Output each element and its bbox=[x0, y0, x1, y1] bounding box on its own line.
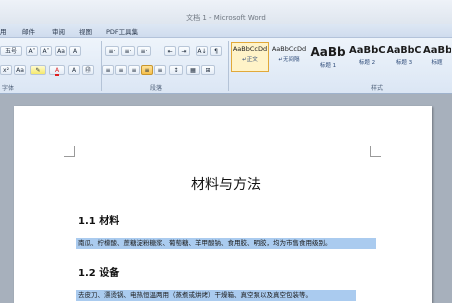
line-spacing-button[interactable]: ↕ bbox=[169, 65, 183, 75]
char-shading-button[interactable]: A bbox=[68, 65, 80, 75]
section-heading[interactable]: 1.2 设备 bbox=[78, 264, 119, 279]
selected-paragraph[interactable]: 去皮刀、漂烫锅、电热恒温两用（蒸煮或烘烤）干燥箱、真空泵以及真空包装等。 bbox=[76, 290, 356, 301]
char-shading-icon: A bbox=[71, 67, 77, 74]
sort-button[interactable]: A↓ bbox=[196, 46, 208, 56]
styles-group-label: 样式 bbox=[371, 85, 384, 92]
style-name: 标题 1 bbox=[319, 63, 337, 69]
style-heading-3[interactable]: AaBbC 标题 3 bbox=[385, 42, 423, 72]
increase-indent-button[interactable]: ⇥ bbox=[178, 46, 190, 56]
document-page[interactable] bbox=[14, 106, 432, 303]
tab-view[interactable]: 视图 bbox=[79, 26, 92, 36]
style-heading-1[interactable]: AaBb 标题 1 bbox=[309, 42, 347, 72]
section-heading[interactable]: 1.1 材料 bbox=[78, 212, 119, 227]
decrease-indent-button[interactable]: ⇤ bbox=[164, 46, 176, 56]
style-normal[interactable]: AaBbCcDd ↵正文 bbox=[231, 42, 269, 72]
style-name: ↵正文 bbox=[242, 57, 258, 63]
enclose-icon: ㊞ bbox=[84, 67, 91, 74]
grow-font-button[interactable]: A˄ bbox=[26, 46, 38, 56]
justify-button[interactable]: ≡ bbox=[141, 65, 153, 75]
divider bbox=[228, 41, 229, 91]
enclose-char-button[interactable]: ㊞ bbox=[82, 65, 94, 75]
title-bar: 文档 1 - Microsoft Word bbox=[0, 0, 452, 24]
borders-button[interactable]: ⊞ bbox=[201, 65, 215, 75]
highlight-icon: ✎ bbox=[35, 67, 41, 74]
style-name: 标题 bbox=[431, 60, 443, 66]
para-group-label: 段落 bbox=[150, 85, 163, 92]
style-sample: AaBbCcDd bbox=[271, 45, 307, 53]
style-name: ↵无间隔 bbox=[278, 57, 300, 63]
font-color-label: A bbox=[54, 67, 60, 76]
align-left-button[interactable]: ≡ bbox=[102, 65, 114, 75]
superscript-button[interactable]: x² bbox=[0, 65, 12, 75]
tab-review[interactable]: 审阅 bbox=[52, 26, 65, 36]
style-sample: AaBbCcDd bbox=[232, 45, 268, 53]
style-title[interactable]: AaBb 标题 bbox=[422, 42, 452, 72]
bullets-button[interactable]: ≡· bbox=[105, 46, 119, 56]
style-sample: AaBb bbox=[423, 45, 451, 56]
tab-reference[interactable]: 用 bbox=[0, 26, 7, 36]
ribbon-tab-bar: 用 邮件 审阅 视图 PDF工具集 bbox=[0, 24, 452, 38]
font-size-select[interactable]: 五号 bbox=[0, 46, 22, 56]
document-title[interactable]: 材料与方法 bbox=[0, 174, 452, 194]
style-no-spacing[interactable]: AaBbCcDd ↵无间隔 bbox=[270, 42, 308, 72]
font-color-button[interactable]: A bbox=[49, 65, 65, 76]
ribbon: 五号 A˄ A˅ Aa A x² Aa ✎ A A ㊞ 字体 ≡· ≡· ≡· … bbox=[0, 38, 452, 94]
selected-paragraph[interactable]: 南瓜、柠檬酸、蔗糖淀粉糖浆、葡萄糖、羊甲酸钠、食用胶、明胶，均为市售食用级别。 bbox=[76, 238, 376, 249]
style-name: 标题 3 bbox=[395, 60, 413, 66]
distributed-align-button[interactable]: ≡ bbox=[154, 65, 166, 75]
highlight-color-button[interactable]: ✎ bbox=[30, 65, 46, 75]
crop-mark-left bbox=[64, 146, 75, 157]
crop-mark-right bbox=[370, 146, 381, 157]
window-title: 文档 1 - Microsoft Word bbox=[186, 14, 266, 22]
multilevel-list-button[interactable]: ≡· bbox=[137, 46, 151, 56]
style-sample: AaBb bbox=[310, 45, 346, 59]
tab-pdf-tools[interactable]: PDF工具集 bbox=[106, 26, 138, 36]
align-center-button[interactable]: ≡ bbox=[115, 65, 127, 75]
shrink-font-button[interactable]: A˅ bbox=[40, 46, 52, 56]
clear-format-button[interactable]: A bbox=[69, 46, 81, 56]
align-right-button[interactable]: ≡ bbox=[128, 65, 140, 75]
style-name: 标题 2 bbox=[358, 60, 376, 66]
style-heading-2[interactable]: AaBbC 标题 2 bbox=[348, 42, 386, 72]
shading-button[interactable]: ▦ bbox=[186, 65, 200, 75]
change-case-button[interactable]: Aa bbox=[55, 46, 67, 56]
change-case-button-2[interactable]: Aa bbox=[14, 65, 26, 75]
tab-mailings[interactable]: 邮件 bbox=[22, 26, 35, 36]
show-marks-button[interactable]: ¶ bbox=[210, 46, 222, 56]
style-sample: AaBbC bbox=[386, 45, 422, 56]
numbering-button[interactable]: ≡· bbox=[121, 46, 135, 56]
font-group-label: 字体 bbox=[2, 85, 15, 92]
font-size-value: 五号 bbox=[4, 48, 17, 55]
style-sample: AaBbC bbox=[349, 45, 385, 56]
